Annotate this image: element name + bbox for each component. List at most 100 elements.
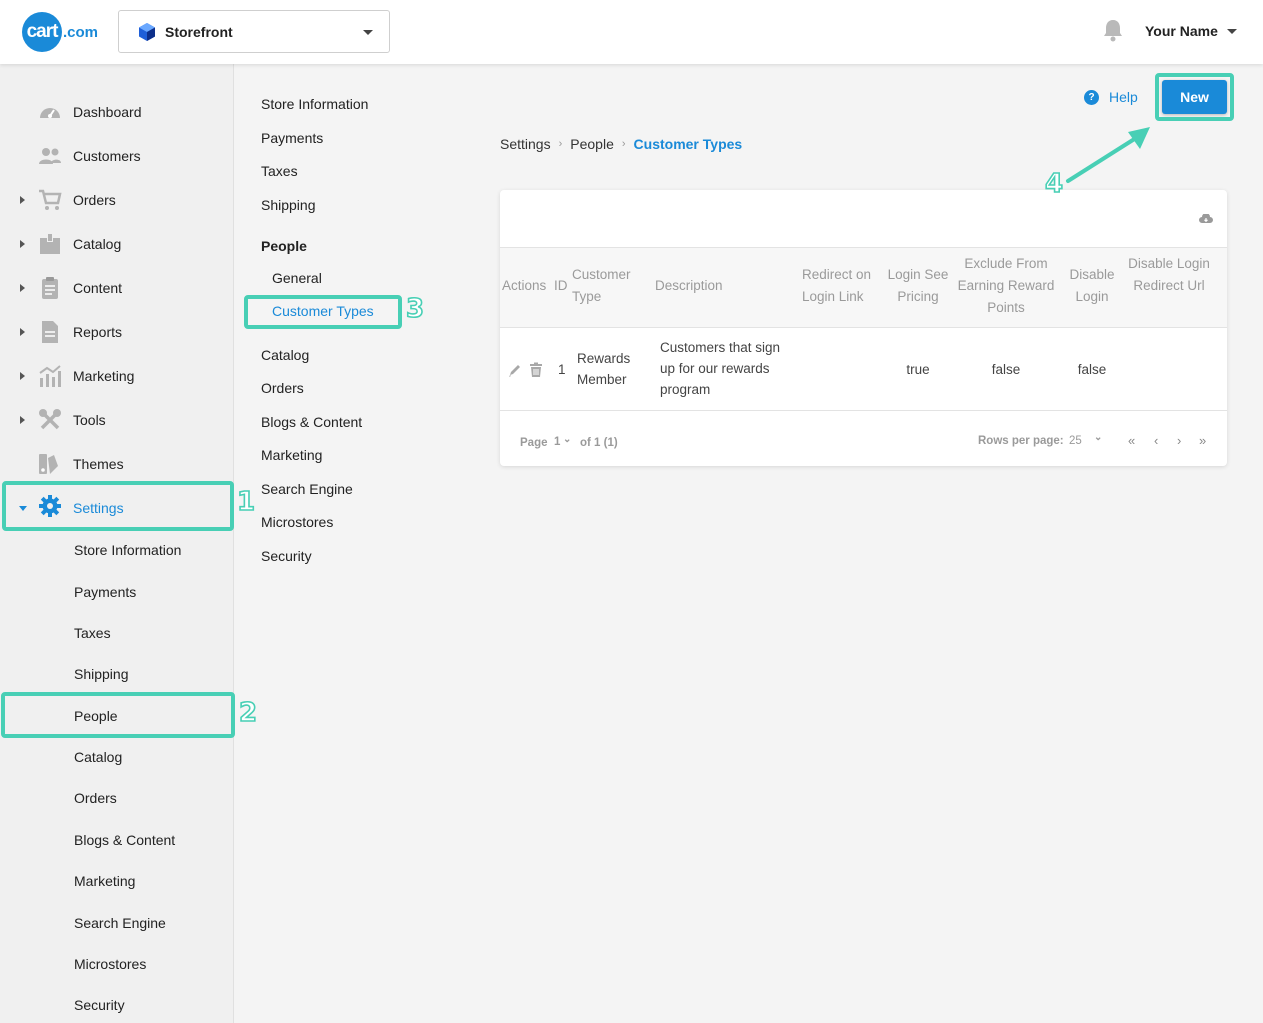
settings-menu-blogs-content[interactable]: Blogs & Content [261,414,362,430]
settings-menu-search-engine[interactable]: Search Engine [261,481,353,497]
sidebar-item-customers[interactable]: Customers [0,136,234,176]
page-of-label: of 1 (1) [580,437,618,449]
chevron-down-icon[interactable]: ⌄ [563,434,571,445]
header-redirect-login-link[interactable]: Redirect on Login Link [802,264,882,308]
customer-types-table-card: Actions ID Customer Type Description Red… [500,190,1227,466]
cart-icon [39,189,62,210]
chevron-down-icon [363,30,373,35]
chevron-right-icon [20,328,25,336]
reports-icon [42,321,58,343]
marketing-icon [39,365,61,387]
settings-menu-catalog[interactable]: Catalog [261,347,309,363]
sidebar-sub-blogs-content[interactable]: Blogs & Content [74,832,175,848]
cloud-download-icon[interactable] [1199,214,1213,224]
chevron-right-icon [20,240,25,248]
rows-per-page-select[interactable]: 25 [1069,435,1082,447]
rows-per-page-label: Rows per page: [978,435,1064,447]
help-link[interactable]: ? Help [1084,89,1138,105]
settings-menu-shipping[interactable]: Shipping [261,197,316,213]
settings-menu-orders[interactable]: Orders [261,380,304,396]
sidebar-sub-orders[interactable]: Orders [74,790,117,806]
sidebar-item-label: Catalog [73,236,122,252]
sidebar-sub-marketing[interactable]: Marketing [74,873,135,889]
logo-suffix: .com [63,23,99,41]
sidebar-sub-microstores[interactable]: Microstores [74,956,146,972]
pencil-icon[interactable] [508,362,522,378]
breadcrumb-settings[interactable]: Settings [500,136,551,152]
storefront-icon [139,22,155,41]
sidebar-item-themes[interactable]: Themes [0,444,234,484]
highlight-customer-types [244,295,402,329]
header-customer-type[interactable]: Customer Type [572,264,642,308]
trash-icon[interactable] [529,362,543,378]
sidebar-item-label: Marketing [73,368,135,384]
settings-menu-general[interactable]: General [272,270,322,286]
sidebar-sub-shipping[interactable]: Shipping [74,666,129,682]
breadcrumb: Settings › People › Customer Types [500,136,742,152]
sidebar-item-label: Customers [73,148,141,164]
tools-icon [39,409,61,430]
sidebar-item-reports[interactable]: Reports [0,312,234,352]
top-bar: cart .com Storefront Your Name [0,0,1263,64]
catalog-icon [40,234,60,254]
sidebar-sub-search-engine[interactable]: Search Engine [74,915,166,931]
sidebar-sub-payments[interactable]: Payments [74,584,136,600]
header-description[interactable]: Description [655,275,723,297]
chevron-right-icon [20,196,25,204]
annotation-arrow [1066,127,1150,183]
settings-menu-store-information[interactable]: Store Information [261,96,368,112]
header-actions: Actions [502,278,547,293]
chevron-down-icon[interactable] [1227,29,1237,34]
settings-menu-taxes[interactable]: Taxes [261,163,298,179]
cell-customer-type: Rewards Member [577,351,631,387]
content-icon [42,277,58,299]
store-name: Storefront [165,23,233,40]
settings-menu-security[interactable]: Security [261,548,312,564]
header-exclude-reward-points[interactable]: Exclude From Earning Reward Points [954,253,1058,319]
page-select[interactable]: 1 [554,436,560,448]
sidebar-item-content[interactable]: Content [0,268,234,308]
next-page-icon[interactable]: › [1177,433,1181,448]
cell-exclude-reward-points: false [991,362,1021,377]
header-disable-login[interactable]: Disable Login [1064,264,1120,308]
sidebar-item-label: Tools [73,412,106,428]
highlight-people [1,692,235,738]
breadcrumb-people[interactable]: People [570,136,614,152]
logo-badge: cart [22,12,62,52]
chevron-down-icon[interactable]: ⌄ [1094,432,1102,443]
sidebar-sub-taxes[interactable]: Taxes [74,625,111,641]
cell-login-see-pricing: true [906,362,930,377]
chevron-right-icon: › [621,138,626,150]
previous-page-icon[interactable]: ‹ [1154,433,1158,448]
sidebar-item-catalog[interactable]: Catalog [0,224,234,264]
cell-disable-login: false [1077,362,1107,377]
sidebar-item-label: Orders [73,192,116,208]
table-toolbar [500,190,1227,248]
store-selector[interactable]: Storefront [118,10,390,53]
settings-menu-payments[interactable]: Payments [261,130,323,146]
user-menu[interactable]: Your Name [1145,23,1218,39]
highlight-new-button [1155,73,1234,121]
sidebar-item-marketing[interactable]: Marketing [0,356,234,396]
sidebar-sub-security[interactable]: Security [74,997,125,1013]
sidebar-item-tools[interactable]: Tools [0,400,234,440]
sidebar-sub-store-information[interactable]: Store Information [74,542,181,558]
cart-logo[interactable]: cart .com [22,12,98,52]
sidebar-sub-catalog[interactable]: Catalog [74,749,122,765]
sidebar-item-dashboard[interactable]: Dashboard [0,92,234,132]
settings-menu-marketing[interactable]: Marketing [261,447,322,463]
pagination: Page 1 ⌄ of 1 (1) Rows per page: 25 ⌄ « … [500,411,1227,466]
settings-menu-microstores[interactable]: Microstores [261,514,333,530]
highlight-settings [2,481,234,531]
sidebar-item-label: Themes [73,456,124,472]
header-id[interactable]: ID [554,275,568,297]
chevron-right-icon [20,284,25,292]
bell-icon[interactable] [1102,18,1124,42]
header-login-see-pricing[interactable]: Login See Pricing [884,264,952,308]
sidebar-item-orders[interactable]: Orders [0,180,234,220]
header-disable-login-redirect-url[interactable]: Disable Login Redirect Url [1126,253,1212,297]
settings-menu-people-heading: People [261,238,307,254]
first-page-icon[interactable]: « [1128,433,1135,448]
last-page-icon[interactable]: » [1199,433,1206,448]
chevron-right-icon: › [558,138,563,150]
